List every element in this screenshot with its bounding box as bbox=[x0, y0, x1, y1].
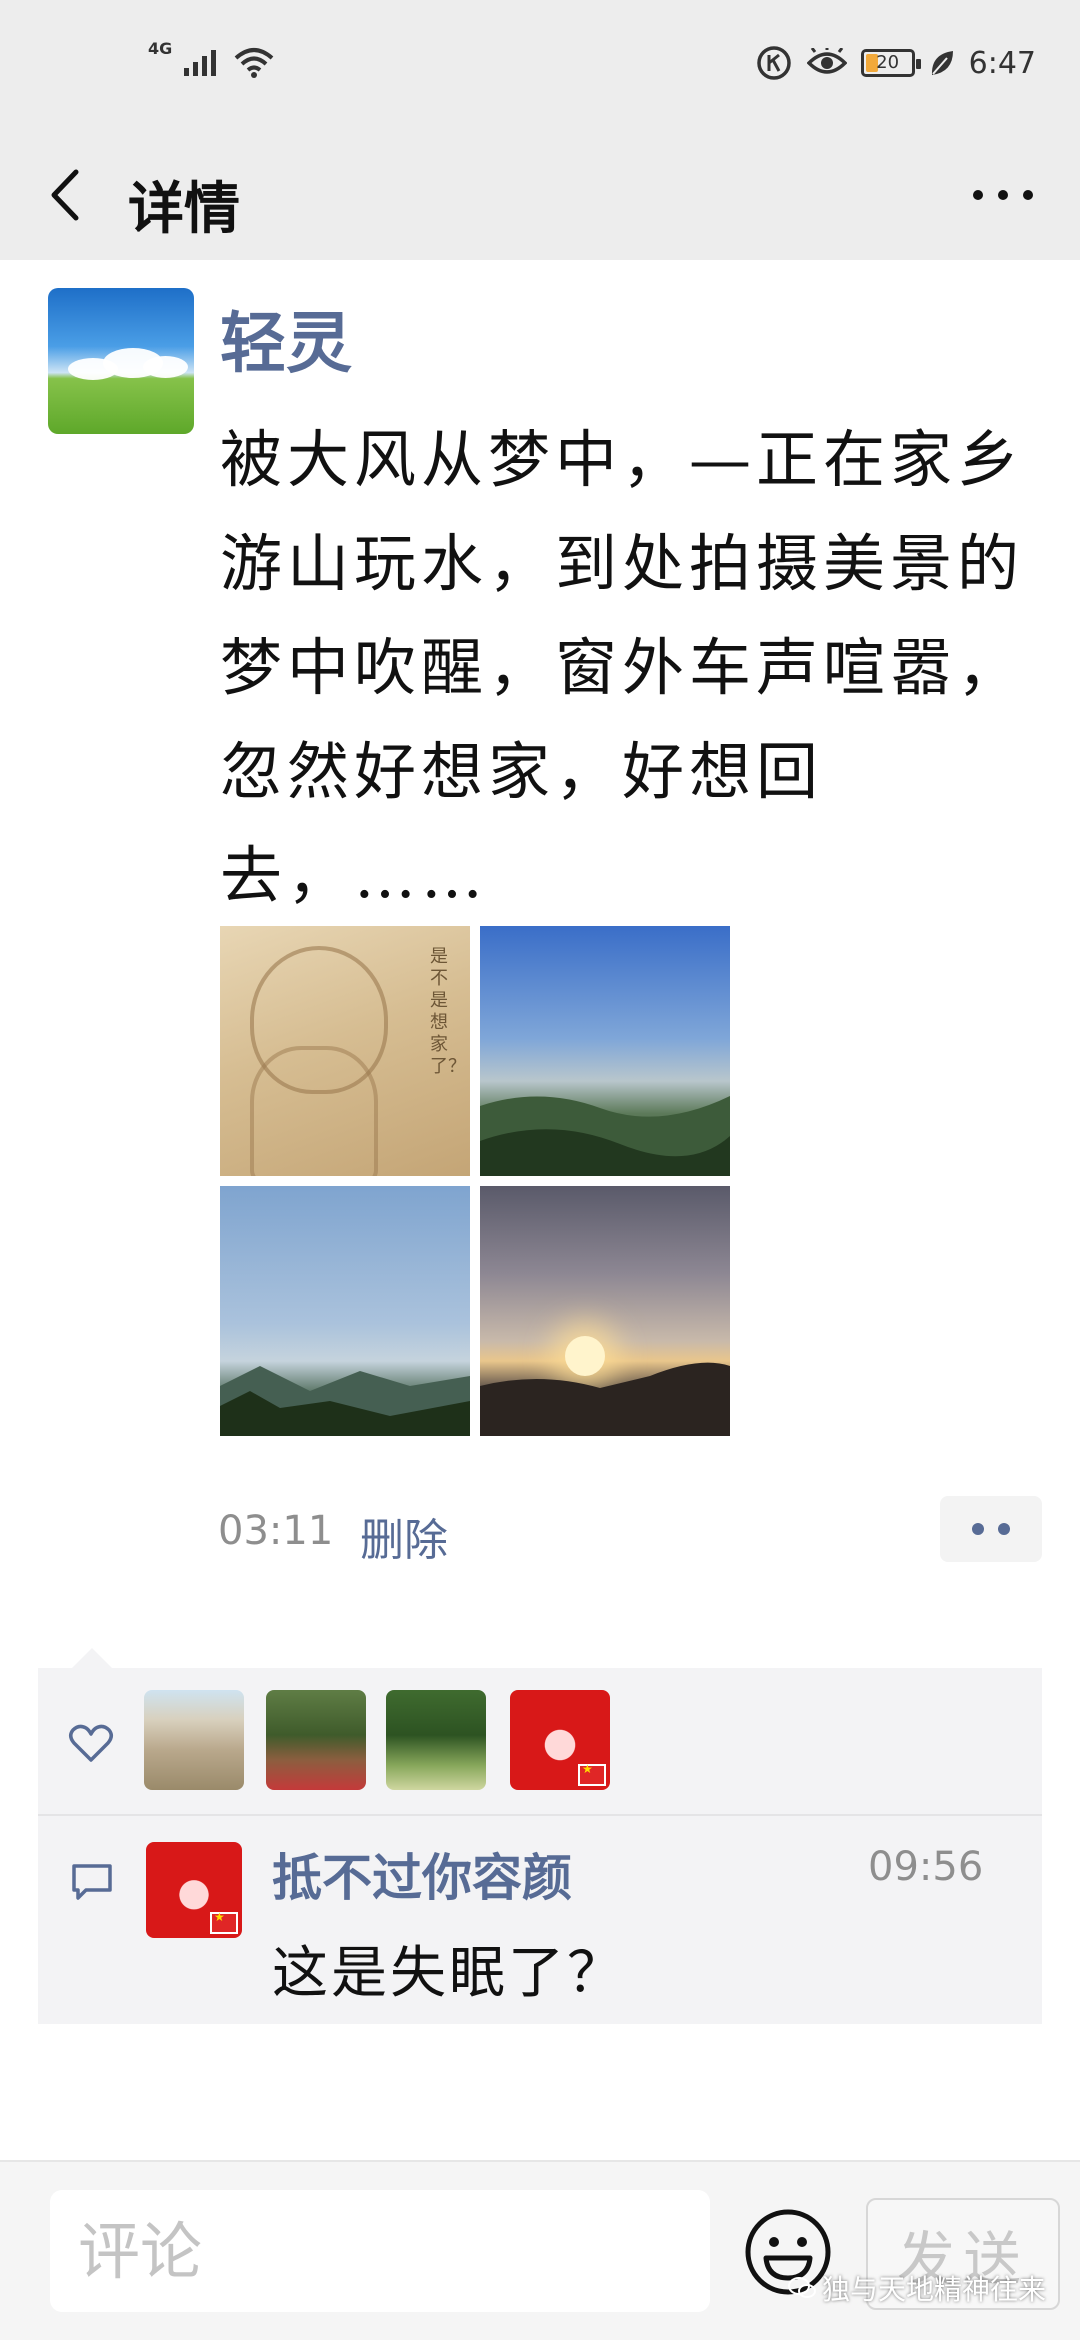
post-photo[interactable] bbox=[480, 1186, 730, 1436]
liker-avatar[interactable] bbox=[266, 1690, 366, 1790]
action-menu-button[interactable] bbox=[940, 1496, 1042, 1562]
comment-icon bbox=[72, 1864, 112, 1900]
author-name[interactable]: 轻灵 bbox=[220, 290, 352, 386]
flag-icon bbox=[578, 1762, 606, 1786]
post-time: 03:11 bbox=[218, 1508, 334, 1554]
divider bbox=[38, 1814, 1042, 1816]
mountain-shape bbox=[480, 1362, 730, 1436]
comment-time: 09:56 bbox=[868, 1844, 984, 1890]
chevron-left-icon[interactable] bbox=[40, 158, 96, 232]
liker-avatar[interactable] bbox=[386, 1690, 486, 1790]
battery-icon: 20 bbox=[860, 49, 921, 77]
status-bar: 4G 20 6:47 bbox=[0, 0, 1080, 130]
wechat-logo-icon bbox=[788, 2277, 816, 2298]
eye-comfort-icon bbox=[806, 48, 847, 74]
interaction-pointer bbox=[72, 1648, 112, 1668]
watermark-text: 独与天地精神往来 bbox=[822, 2273, 1047, 2306]
comment-input-bar: 发送 bbox=[0, 2160, 1080, 2340]
leaf-icon bbox=[931, 51, 953, 75]
mountain-shape bbox=[220, 1366, 470, 1436]
dot-icon bbox=[998, 1523, 1010, 1535]
post-photo[interactable] bbox=[480, 926, 730, 1176]
delete-button[interactable]: 删除 bbox=[360, 1504, 448, 1568]
page-title: 详情 bbox=[128, 177, 240, 242]
wifi-icon bbox=[234, 48, 274, 78]
clock: 6:47 bbox=[968, 45, 1036, 81]
commenter-avatar[interactable] bbox=[146, 1842, 242, 1938]
signal-icon bbox=[184, 50, 217, 76]
commenter-name[interactable]: 抵不过你容颜 bbox=[272, 1838, 572, 1910]
comment-text[interactable]: 这是失眠了？ bbox=[272, 1928, 626, 2009]
data-saver-icon bbox=[756, 46, 791, 80]
flag-icon bbox=[210, 1910, 238, 1934]
post-text: 被大风从梦中，—正在家乡游山玩水，到处拍摄美景的梦中吹醒，窗外车声喧嚣，忽然好想… bbox=[220, 423, 1025, 912]
dot-icon bbox=[972, 1523, 984, 1535]
liker-avatar[interactable] bbox=[144, 1690, 244, 1790]
author-avatar[interactable] bbox=[48, 288, 194, 434]
status-left: 4G bbox=[148, 39, 276, 78]
nav-bar: 详情 bbox=[0, 130, 1080, 260]
photo-caption: 是不是想家了？ bbox=[430, 946, 466, 1077]
liker-avatar[interactable] bbox=[510, 1690, 610, 1790]
battery-level: 20 bbox=[876, 52, 900, 73]
watermark: 独与天地精神往来 bbox=[788, 2268, 1046, 2308]
network-type: 4G bbox=[148, 39, 173, 58]
heart-icon bbox=[69, 1724, 113, 1762]
sketch-body-shape bbox=[250, 1046, 378, 1176]
status-right: 20 6:47 bbox=[755, 44, 1036, 82]
comment-input[interactable] bbox=[50, 2190, 710, 2312]
more-icon[interactable] bbox=[968, 170, 1038, 220]
mountain-shape bbox=[480, 1096, 730, 1176]
post-photo[interactable]: 是不是想家了？ bbox=[220, 926, 470, 1176]
post-photo[interactable] bbox=[220, 1186, 470, 1436]
